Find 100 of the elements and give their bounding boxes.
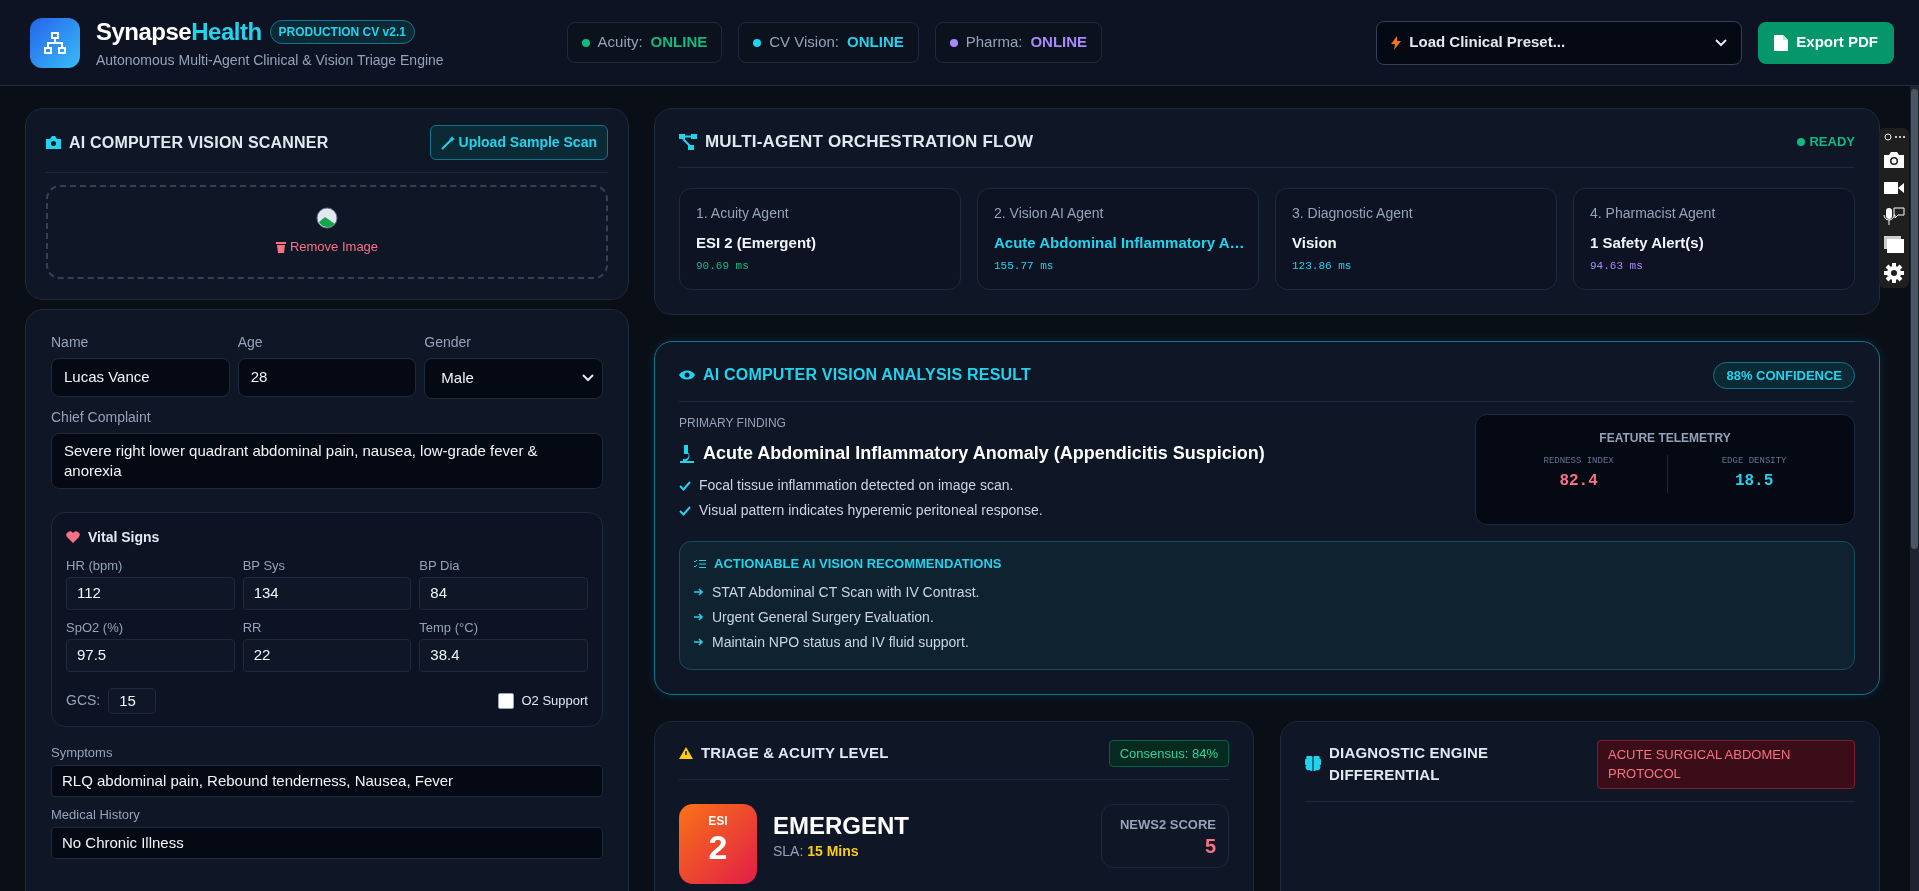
latency-text: 94.63 ms (1590, 259, 1644, 274)
latency-text: 90.69 ms (696, 259, 750, 274)
agent-result: 1 Safety Alert(s) (1590, 232, 1705, 253)
latency-text: 123.86 ms (1292, 259, 1353, 274)
flow-icon (679, 133, 697, 150)
input-field[interactable]: No Chronic Illness (51, 826, 603, 859)
checkbox-label: O2 Support (521, 692, 588, 710)
field-label: BP Sys (242, 556, 287, 575)
eye-icon (679, 369, 695, 382)
consensus-badge: Consensus: 84% (1108, 739, 1229, 767)
input-field[interactable]: 15 (108, 687, 157, 714)
subtitle: Autonomous Multi-Agent Clinical & Vision Triage Engine (96, 51, 444, 70)
input-field[interactable]: RLQ abdominal pain, Rebound tenderness, Nausea, Fever (51, 764, 603, 797)
windows-icon[interactable] (1883, 234, 1905, 254)
trash-icon (275, 241, 286, 253)
field-label: Temp (°C) (419, 618, 479, 637)
latency-text: 155.77 ms (994, 259, 1055, 274)
card-title: AI COMPUTER VISION ANALYSIS RESULT (703, 365, 1033, 386)
input-field[interactable]: 84 (419, 577, 588, 610)
score-value: 5 (1203, 834, 1216, 857)
agent-result: ESI 2 (Emergent) (696, 232, 818, 253)
status-value: ONLINE (847, 32, 904, 53)
chevron-icon (1715, 38, 1728, 47)
settings-icon[interactable] (1883, 262, 1905, 284)
confidence-badge: 88% CONFIDENCE (1713, 361, 1855, 389)
recommendation-text: Maintain NPO status and IV fluid support. (712, 632, 969, 652)
agent-result: Vision (1292, 232, 1338, 253)
card-title: DIAGNOSTIC ENGINE DIFFERENTIAL (1329, 742, 1490, 785)
panel-title: ACTIONABLE AI VISION RECOMMENDATIONS (714, 555, 1002, 573)
magic-wand-icon (440, 135, 455, 150)
more-icon[interactable] (1883, 132, 1905, 142)
status-label: Acuity: (597, 32, 643, 53)
checkbox[interactable] (497, 692, 514, 709)
section-label: PRIMARY FINDING (679, 415, 787, 432)
agent-name: 4. Pharmacist Agent (1590, 203, 1717, 223)
protocol-badge: ACUTE SURGICAL ABDOMEN PROTOCOL (1597, 739, 1855, 789)
metric-label: REDNESS INDEX (1542, 455, 1615, 468)
scrollbar[interactable] (1910, 86, 1919, 891)
status-dot-icon (1797, 137, 1806, 146)
field-label: RR (242, 618, 263, 637)
preset-select[interactable]: Load Clinical Preset... (1376, 20, 1743, 65)
field-label: GCS: (66, 691, 101, 711)
observation-text: Focal tissue inflammation detected on image scan. (699, 476, 1014, 495)
agent-name: 2. Vision AI Agent (994, 203, 1105, 223)
sla-text: SLA: 15 Mins (773, 841, 860, 861)
field-label: Medical History (51, 806, 141, 824)
status-indicator: READY (1797, 132, 1855, 152)
field-label: Age (237, 333, 264, 352)
acuity-title: EMERGENT (773, 812, 910, 841)
chevron-icon (581, 374, 594, 383)
camera-icon[interactable] (1883, 150, 1905, 170)
warning-icon (679, 747, 693, 760)
brand-name: SynapseHealth (96, 17, 262, 47)
recommendation-text: Urgent General Surgery Evaluation. (712, 607, 934, 627)
recommendation-text: STAT Abdominal CT Scan with IV Contrast. (712, 582, 980, 602)
agent-name: 1. Acuity Agent (696, 203, 790, 223)
brain-icon (1305, 756, 1321, 772)
broken-image-icon (316, 207, 338, 230)
version-badge: PRODUCTION CV v2.1 (269, 20, 415, 44)
field-label: Name (51, 333, 90, 352)
panel-title: FEATURE TELEMETRY (1598, 430, 1732, 447)
check-icon (679, 480, 691, 491)
field-label: Gender (424, 333, 472, 352)
esi-badge: ESI 2 (679, 804, 757, 884)
card-title: TRIAGE & ACUITY LEVEL (701, 743, 890, 763)
export-button[interactable]: Export PDF (1758, 21, 1894, 64)
input-field[interactable]: 112 (66, 577, 235, 610)
gender-select[interactable]: Male (424, 358, 603, 399)
field-label: HR (bpm) (66, 556, 124, 575)
input-field[interactable]: Lucas Vance (51, 358, 230, 397)
upload-button[interactable]: Upload Sample Scan (429, 125, 608, 160)
bolt-icon (1391, 35, 1402, 50)
input-field[interactable]: 22 (242, 639, 412, 672)
complaint-field[interactable]: Severe right lower quadrant abdominal pain, nausea, low-grade fever & anorexia (51, 432, 603, 489)
panel-title: Vital Signs (88, 527, 160, 547)
score-label: NEWS2 SCORE (1118, 816, 1216, 834)
microphone-icon[interactable] (1883, 206, 1905, 226)
observation-text: Visual pattern indicates hyperemic peritoneal response. (699, 501, 1043, 520)
input-field[interactable]: 38.4 (419, 639, 588, 672)
metric-label: EDGE DENSITY (1720, 455, 1788, 468)
input-field[interactable]: 97.5 (66, 639, 235, 672)
input-field[interactable]: 28 (237, 358, 417, 397)
agent-result: Acute Abdominal Inflammatory A… (994, 232, 1242, 253)
remove-image-button[interactable]: Remove Image (275, 237, 379, 257)
status-label: CV Vision: (769, 32, 840, 53)
finding-title: Acute Abdominal Inflammatory Anomaly (Appendicitis Suspicion) (703, 442, 1265, 465)
checklist-icon (694, 558, 706, 569)
metric-value: 18.5 (1733, 470, 1775, 492)
camera-icon (46, 136, 61, 149)
field-label: Chief Complaint (51, 407, 152, 427)
status-value: ONLINE (1030, 32, 1088, 53)
field-label: SpO2 (%) (66, 618, 125, 637)
input-field[interactable]: 134 (242, 577, 412, 610)
status-value: ONLINE (650, 32, 708, 53)
drop-zone[interactable]: Remove Image (46, 185, 608, 279)
heart-icon (66, 531, 80, 543)
metric-value: 82.4 (1558, 470, 1599, 492)
arrow-icon (694, 588, 704, 596)
arrow-icon (694, 613, 704, 621)
card-title: MULTI-AGENT ORCHESTRATION FLOW (705, 131, 1035, 153)
